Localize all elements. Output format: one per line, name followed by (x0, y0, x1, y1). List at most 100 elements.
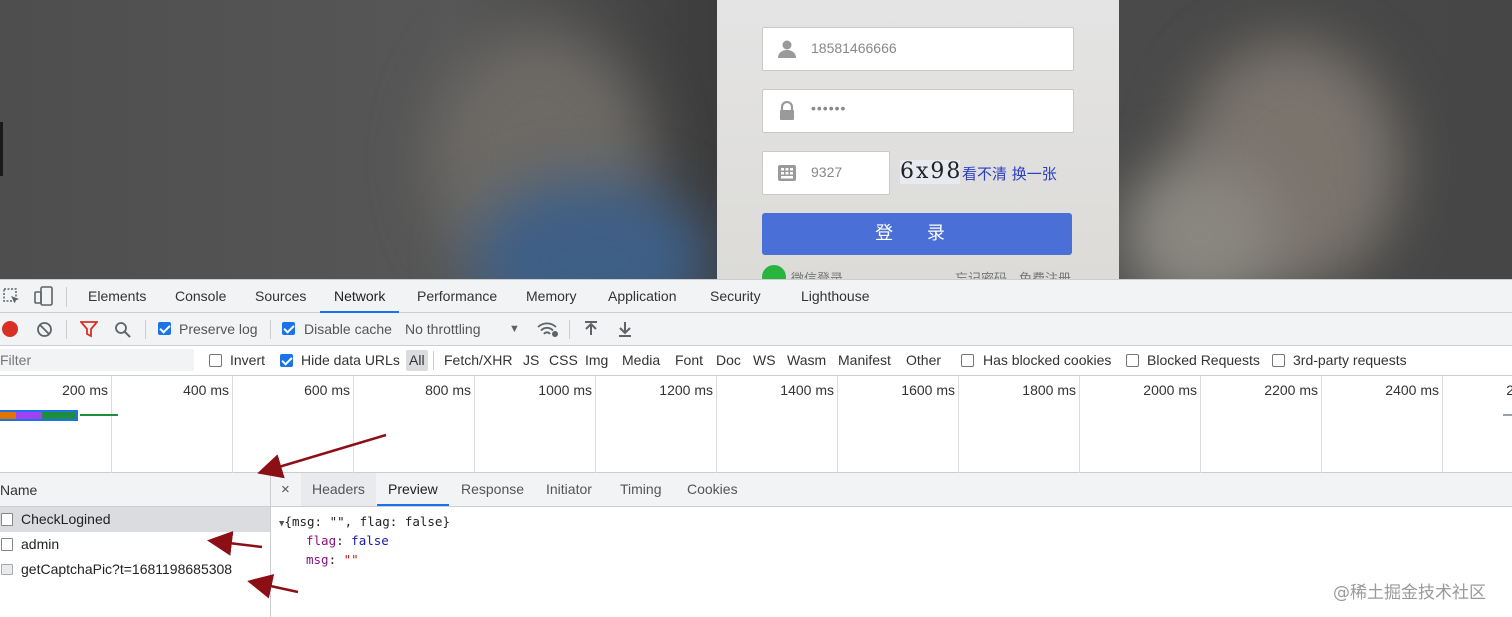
preview-flag-row: flag: false (306, 533, 389, 548)
clear-icon[interactable] (36, 321, 53, 338)
forgot-password-link[interactable]: 忘记密码 (955, 268, 1007, 279)
wechat-icon[interactable] (762, 265, 786, 279)
type-filter-font[interactable]: Font (675, 346, 703, 375)
wechat-login-link[interactable]: 微信登录 (791, 268, 843, 279)
detail-tab-preview[interactable]: Preview (377, 473, 449, 506)
toolbar-divider (145, 320, 146, 339)
tab-console[interactable]: Console (175, 280, 226, 313)
type-filter-other[interactable]: Other (906, 346, 941, 375)
preview-root[interactable]: ▼{msg: "", flag: false} (279, 514, 450, 529)
type-filter-css[interactable]: CSS (549, 346, 578, 375)
document-icon (1, 538, 13, 551)
timeline-tick-label: 2000 ms (1143, 382, 1197, 398)
hide-data-urls-checkbox[interactable] (280, 354, 293, 367)
timeline-tick-label: 1000 ms (538, 382, 592, 398)
type-filter-img[interactable]: Img (585, 346, 608, 375)
import-har-icon[interactable] (584, 321, 598, 337)
filter-input[interactable] (0, 349, 194, 371)
waterfall-bar-segment (42, 412, 76, 419)
requests-list: Name CheckLogined admin getCaptchaPic?t=… (0, 473, 271, 617)
network-filterbar: Invert Hide data URLs All Fetch/XHR JS C… (0, 346, 1512, 376)
register-link[interactable]: 免费注册 (1019, 268, 1071, 279)
detail-tab-response[interactable]: Response (461, 473, 524, 506)
inspect-element-icon[interactable] (3, 288, 21, 306)
chevron-down-icon[interactable]: ▼ (509, 313, 520, 345)
request-row-checklogined[interactable]: CheckLogined (0, 507, 270, 532)
device-toolbar-icon[interactable] (34, 286, 54, 306)
captcha-refresh-link[interactable]: 看不清 换一张 (962, 163, 1057, 184)
tab-memory[interactable]: Memory (526, 280, 577, 313)
type-filter-doc[interactable]: Doc (716, 346, 741, 375)
network-overview[interactable]: 200 ms 400 ms 600 ms 800 ms 1000 ms 1200 ms 14… (0, 376, 1512, 473)
tab-network[interactable]: Network (320, 280, 400, 313)
filter-icon[interactable] (80, 321, 98, 338)
request-detail: × Headers Preview Response Initiator Tim… (271, 473, 1512, 617)
timeline-tick-label: 1800 ms (1022, 382, 1076, 398)
timeline-tick-label: 1600 ms (901, 382, 955, 398)
detail-tab-headers[interactable]: Headers (301, 473, 376, 506)
detail-tab-cookies[interactable]: Cookies (687, 473, 738, 506)
tab-application[interactable]: Application (608, 280, 677, 313)
type-filter-media[interactable]: Media (622, 346, 660, 375)
captcha-field[interactable]: 9327 (762, 151, 890, 195)
phone-field[interactable]: 18581466666 (762, 27, 1074, 71)
preview-msg-value: "" (343, 552, 359, 567)
timeline-tick-label: 2200 ms (1264, 382, 1318, 398)
has-blocked-cookies-checkbox[interactable] (961, 354, 974, 367)
timeline-tick-label: 600 ms (304, 382, 350, 398)
close-icon[interactable]: × (281, 473, 290, 506)
document-icon (1, 513, 13, 526)
column-header-name[interactable]: Name (0, 473, 270, 507)
third-party-checkbox[interactable] (1272, 354, 1285, 367)
watermark: @稀土掘金技术社区 (1333, 583, 1486, 603)
devtools-panel: Elements Console Sources Network Perform… (0, 279, 1512, 617)
timeline-gridline (1442, 376, 1443, 473)
timeline-gridline (958, 376, 959, 473)
type-filter-js[interactable]: JS (523, 346, 539, 375)
record-icon[interactable] (2, 321, 18, 337)
timeline-tick-label: 2400 ms (1385, 382, 1439, 398)
toolbar-divider (569, 320, 570, 339)
preview-msg-key: msg (306, 552, 329, 567)
type-filter-ws[interactable]: WS (753, 346, 776, 375)
timeline-gridline (111, 376, 112, 473)
preview-flag-key: flag (306, 533, 337, 548)
blocked-requests-checkbox[interactable] (1126, 354, 1139, 367)
type-filter-wasm[interactable]: Wasm (787, 346, 826, 375)
tab-lighthouse[interactable]: Lighthouse (801, 280, 870, 313)
type-filter-fetch-xhr[interactable]: Fetch/XHR (444, 346, 512, 375)
preserve-log-checkbox[interactable] (158, 322, 171, 335)
request-row-admin[interactable]: admin (0, 532, 270, 557)
filterbar-divider (433, 351, 434, 370)
tab-elements[interactable]: Elements (88, 280, 146, 313)
password-field[interactable]: •••••• (762, 89, 1074, 133)
type-filter-manifest[interactable]: Manifest (838, 346, 891, 375)
login-panel: 18581466666 •••••• 9327 6ⅹ98 看不清 换一张 登 录… (717, 0, 1119, 279)
tabbar-divider (66, 287, 67, 307)
password-value: •••••• (811, 100, 847, 116)
user-icon (778, 40, 796, 58)
search-icon[interactable] (114, 321, 132, 339)
toolbar-divider (66, 320, 67, 339)
tab-performance[interactable]: Performance (417, 280, 497, 313)
tab-sources[interactable]: Sources (255, 280, 306, 313)
captcha-image[interactable]: 6ⅹ98 (900, 160, 960, 184)
throttling-select[interactable]: No throttling (405, 313, 480, 345)
third-party-label: 3rd-party requests (1293, 352, 1407, 368)
timeline-gridline (1200, 376, 1201, 473)
export-har-icon[interactable] (618, 321, 632, 337)
preserve-log-label: Preserve log (179, 321, 258, 337)
request-row-getcaptchapic[interactable]: getCaptchaPic?t=1681198685308 (0, 557, 270, 582)
timeline-gridline (1079, 376, 1080, 473)
detail-tab-initiator[interactable]: Initiator (546, 473, 592, 506)
detail-tab-timing[interactable]: Timing (620, 473, 662, 506)
login-button[interactable]: 登 录 (762, 213, 1072, 255)
toolbar-divider (270, 320, 271, 339)
type-filter-all[interactable]: All (406, 350, 428, 371)
timeline-gridline (353, 376, 354, 473)
tab-security[interactable]: Security (710, 280, 761, 313)
disable-cache-checkbox[interactable] (282, 322, 295, 335)
invert-checkbox[interactable] (209, 354, 222, 367)
lock-icon (780, 101, 794, 120)
network-conditions-icon[interactable] (537, 321, 559, 338)
